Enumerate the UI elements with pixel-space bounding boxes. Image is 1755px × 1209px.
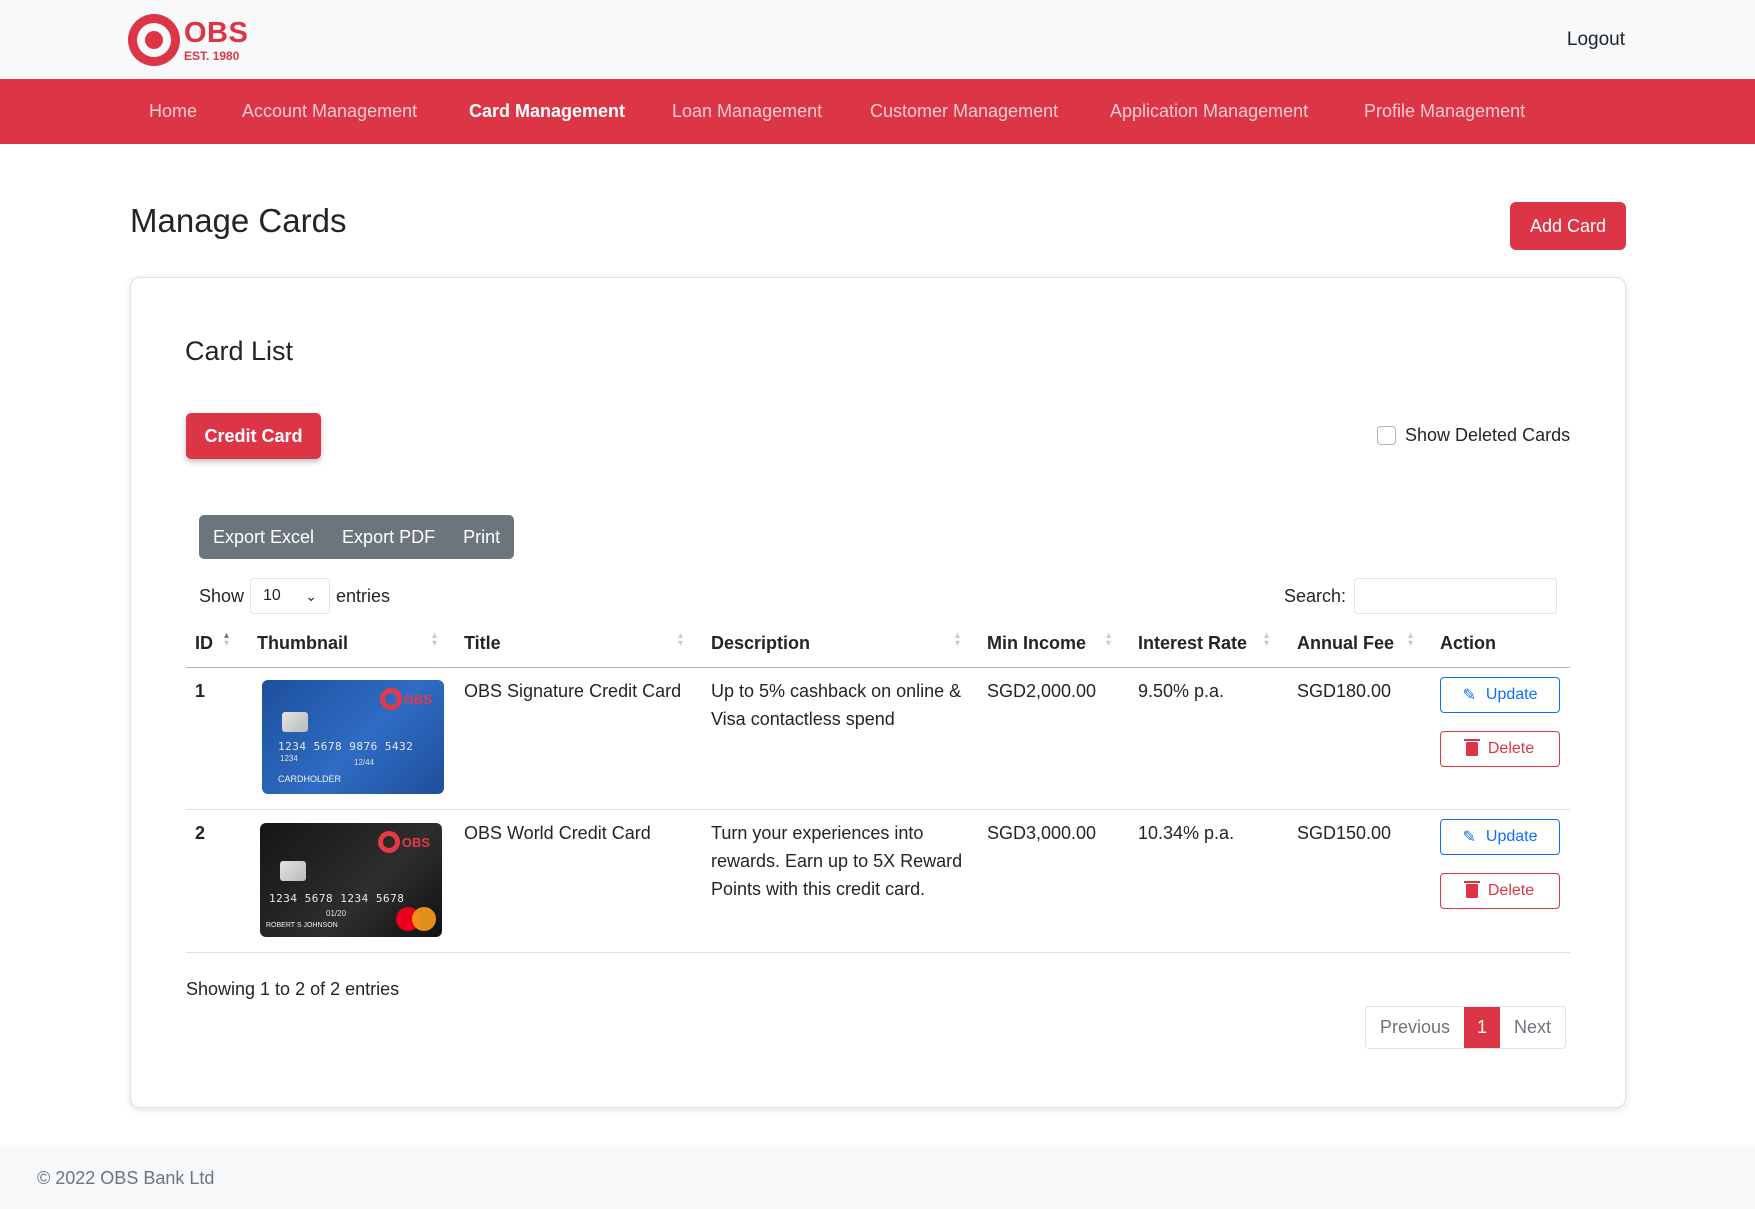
row-2-min-income: SGD3,000.00 [987, 823, 1097, 843]
entries-suffix: entries [336, 585, 391, 606]
nav-item-home[interactable]: Home [149, 101, 197, 122]
table-header-divider [186, 667, 1570, 668]
sort-icon[interactable]: ▴ ▾ [678, 631, 683, 649]
table-bottom-divider [186, 952, 1570, 953]
card-holder-text: ROBERT S JOHNSON [266, 922, 338, 929]
card-thumbnail-image: OBS 1234 5678 9876 5432 1234 12/44 CARDH… [262, 680, 444, 794]
search-label: Search: [1284, 585, 1347, 606]
col-header-interest-rate[interactable]: Interest Rate [1138, 633, 1247, 654]
edit-icon: ✎ [1462, 687, 1476, 704]
show-deleted-checkbox[interactable] [1377, 426, 1396, 445]
obs-logo-icon [128, 14, 180, 66]
card-chip-icon [280, 861, 306, 881]
sort-icon[interactable]: ▴ ▾ [1106, 631, 1111, 649]
col-header-title[interactable]: Title [464, 633, 501, 654]
show-deleted-toggle[interactable]: Show Deleted Cards [1377, 425, 1570, 446]
entries-select[interactable]: 10 ⌄ [250, 578, 331, 614]
entries-select-value: 10 [263, 587, 281, 604]
brand-tagline: EST. 1980 [184, 48, 240, 63]
update-button[interactable]: ✎ Update [1440, 677, 1560, 713]
row-2-interest-rate: 10.34% p.a. [1138, 823, 1235, 843]
obs-logo-icon: OBS [379, 688, 432, 710]
col-header-thumbnail[interactable]: Thumbnail [257, 633, 348, 654]
card-holder-text: CARDHOLDER [278, 774, 342, 784]
chevron-down-icon: ⌄ [305, 587, 318, 604]
row-1-title: OBS Signature Credit Card [464, 681, 682, 701]
top-bar [0, 0, 1755, 79]
row-1-annual-fee: SGD180.00 [1297, 681, 1392, 701]
row-2-id: 2 [195, 823, 206, 843]
sort-icon[interactable]: ▴ ▾ [1408, 631, 1413, 649]
card-number-text: 1234 5678 1234 5678 [269, 892, 405, 905]
nav-item-profile-management[interactable]: Profile Management [1364, 101, 1525, 122]
card-small-number: 1234 [280, 754, 298, 763]
entries-prefix: Show [199, 585, 245, 606]
trash-icon [1463, 739, 1480, 756]
table-info: Showing 1 to 2 of 2 entries [186, 979, 400, 999]
col-header-action: Action [1440, 633, 1496, 653]
sort-icon[interactable]: ▴ ▾ [955, 631, 960, 649]
row-1-id: 1 [195, 681, 206, 701]
delete-button[interactable]: Delete [1440, 873, 1560, 909]
row-2-title: OBS World Credit Card [464, 823, 651, 843]
nav-item-card-management[interactable]: Card Management [469, 101, 625, 122]
card-list-title: Card List [185, 336, 294, 366]
mastercard-logo-icon [396, 907, 436, 931]
card-number-text: 1234 5678 9876 5432 [278, 740, 414, 753]
delete-button[interactable]: Delete [1440, 731, 1560, 767]
export-excel-button[interactable]: Export Excel [199, 515, 328, 559]
print-button[interactable]: Print [449, 515, 514, 559]
row-1-min-income: SGD2,000.00 [987, 681, 1097, 701]
nav-item-account-management[interactable]: Account Management [242, 101, 417, 122]
col-header-annual-fee[interactable]: Annual Fee [1297, 633, 1394, 654]
nav-item-customer-management[interactable]: Customer Management [870, 101, 1058, 122]
nav-item-loan-management[interactable]: Loan Management [672, 101, 822, 122]
export-pdf-button[interactable]: Export PDF [328, 515, 449, 559]
col-header-description[interactable]: Description [711, 633, 810, 654]
card-expiry-text: 12/44 [354, 758, 375, 767]
edit-icon: ✎ [1462, 829, 1476, 846]
card-thumbnail-image: OBS 1234 5678 1234 5678 01/20 ROBERT S J… [260, 823, 442, 937]
pagination-page-1[interactable]: 1 [1464, 1007, 1501, 1048]
card-chip-icon [282, 712, 308, 732]
update-button[interactable]: ✎ Update [1440, 819, 1560, 855]
page-title: Manage Cards [130, 202, 347, 239]
nav-item-application-management[interactable]: Application Management [1110, 101, 1308, 122]
row-divider [186, 809, 1570, 810]
search-control: Search: [1284, 578, 1558, 614]
brand-name: OBS [184, 16, 249, 49]
pagination-previous[interactable]: Previous [1366, 1007, 1464, 1048]
footer [0, 1145, 1755, 1209]
row-2-annual-fee: SGD150.00 [1297, 823, 1392, 843]
trash-icon [1463, 881, 1480, 898]
entries-length-control: Show 10 ⌄ entries [199, 578, 390, 614]
pagination: Previous 1 Next [1365, 1006, 1567, 1049]
sort-asc-icon[interactable]: ▴ ▾ [224, 631, 229, 649]
col-header-id[interactable]: ID [195, 633, 213, 654]
row-1-description: Up to 5% cashback on online & Visa conta… [711, 681, 962, 729]
add-card-button[interactable]: Add Card [1510, 202, 1626, 250]
logout-link[interactable]: Logout [1567, 29, 1625, 51]
col-header-min-income[interactable]: Min Income [987, 633, 1086, 654]
export-button-group: Export Excel Export PDF Print [199, 515, 515, 559]
footer-copyright: © 2022 OBS Bank Ltd [37, 1168, 215, 1188]
obs-logo-icon: OBS [377, 831, 430, 853]
main-nav: Home Account Management Card Management … [0, 79, 1755, 144]
show-deleted-label: Show Deleted Cards [1405, 425, 1571, 445]
search-input[interactable] [1354, 578, 1558, 614]
row-2-description: Turn your experiences into rewards. Earn… [711, 823, 963, 899]
card-expiry-text: 01/20 [326, 909, 347, 918]
row-1-interest-rate: 9.50% p.a. [1138, 681, 1225, 701]
sort-icon[interactable]: ▴ ▾ [432, 631, 437, 649]
brand-logo[interactable]: OBS EST. 1980 [128, 14, 248, 66]
pagination-next[interactable]: Next [1500, 1007, 1565, 1048]
sort-icon[interactable]: ▴ ▾ [1264, 631, 1269, 649]
credit-card-tab-button[interactable]: Credit Card [186, 413, 321, 459]
